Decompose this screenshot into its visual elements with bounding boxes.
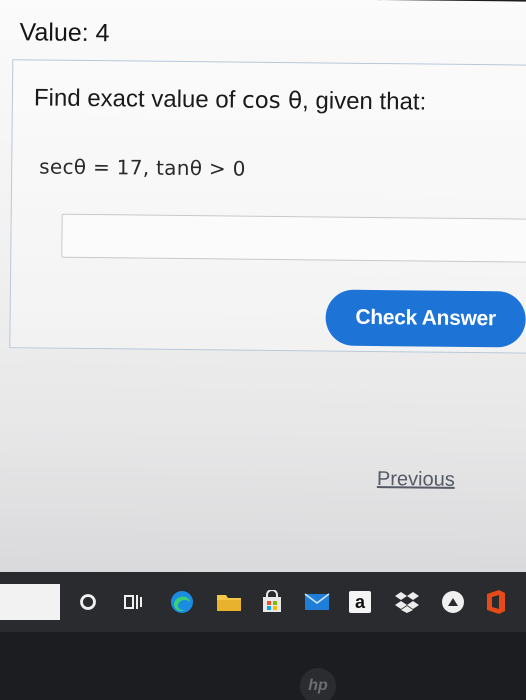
screen: Value: 4 Find exact value of cos θ, give…: [0, 0, 526, 700]
prompt-suffix: , given that:: [301, 87, 427, 116]
edge-icon[interactable]: [168, 588, 196, 616]
app-icon[interactable]: [439, 588, 467, 616]
mail-icon[interactable]: [303, 588, 331, 616]
previous-link[interactable]: Previous: [377, 468, 455, 492]
quiz-page: Value: 4 Find exact value of cos θ, give…: [0, 0, 526, 580]
dropbox-icon[interactable]: [393, 588, 421, 616]
office-icon[interactable]: [482, 588, 510, 616]
search-box[interactable]: [0, 584, 60, 620]
amazon-icon[interactable]: a: [346, 588, 374, 616]
task-view-icon[interactable]: [120, 588, 148, 616]
value-label: Value: 4: [19, 18, 110, 48]
cortana-icon[interactable]: [74, 588, 102, 616]
hp-logo: hp: [300, 668, 336, 700]
prompt-math: cos θ: [241, 87, 303, 115]
answer-input[interactable]: [61, 213, 526, 263]
question-card: Find exact value of cos θ, given that: s…: [9, 59, 526, 354]
given-equation: secθ = 17, tanθ > 0: [39, 154, 246, 181]
file-explorer-icon[interactable]: [215, 588, 243, 616]
taskbar: a: [0, 572, 526, 632]
amazon-letter: a: [354, 591, 365, 612]
prompt-text: Find exact value of: [33, 84, 243, 114]
check-answer-button[interactable]: Check Answer: [325, 289, 526, 348]
question-prompt: Find exact value of cos θ, given that:: [34, 84, 427, 116]
store-icon[interactable]: [258, 588, 286, 616]
